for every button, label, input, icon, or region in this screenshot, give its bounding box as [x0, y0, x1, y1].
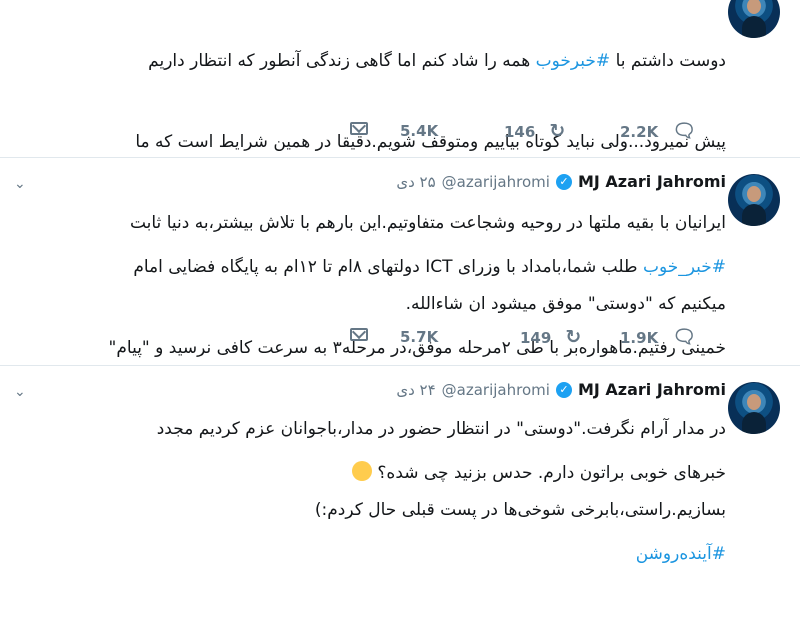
tweet-author-name[interactable]: MJ Azari Jahromi — [578, 380, 726, 399]
avatar[interactable] — [728, 382, 780, 434]
retweet-action[interactable]: 146 ↻ — [504, 122, 565, 141]
tweet-2[interactable]: ⌄ ۲۵ دی @azarijahromi ✓ MJ Azari Jahromi… — [0, 158, 800, 520]
reply-icon[interactable]: 🗨 — [672, 122, 696, 141]
chevron-down-icon[interactable]: ⌄ — [14, 384, 26, 400]
reply-count: 1.9K — [620, 328, 659, 347]
tweet-3[interactable]: ⌄ ۲۴ دی @azarijahromi ✓ MJ Azari Jahromi… — [0, 366, 800, 564]
direct-message-icon[interactable] — [350, 328, 368, 341]
retweet-count: 149 — [520, 328, 552, 347]
tweet-handle[interactable]: @azarijahromi — [442, 173, 550, 191]
tweet-author-name[interactable]: MJ Azari Jahromi — [578, 172, 726, 191]
like-action[interactable] — [350, 122, 368, 135]
chevron-down-icon[interactable]: ⌄ — [14, 176, 26, 192]
hashtag-link[interactable]: #آینده‌روشن — [126, 541, 726, 568]
avatar[interactable] — [728, 174, 780, 226]
verified-badge-icon: ✓ — [555, 381, 572, 398]
hashtag-link[interactable]: #خبرخوب — [536, 51, 611, 71]
like-count-action[interactable]: 5.4K — [400, 122, 438, 140]
like-count: 5.7K — [400, 328, 439, 346]
tweet-handle[interactable]: @azarijahromi — [442, 381, 550, 399]
direct-message-icon[interactable] — [350, 122, 368, 135]
reply-icon[interactable]: 🗨 — [672, 328, 696, 347]
tweet-2-header: ۲۵ دی @azarijahromi ✓ MJ Azari Jahromi — [396, 172, 726, 191]
like-count: 5.4K — [400, 122, 439, 140]
direct-message-action[interactable] — [350, 328, 368, 341]
reply-action[interactable]: 2.2K 🗨 — [620, 122, 696, 141]
tweet-3-line-1-text: خبرهای خوبی براتون دارم. حدس بزنید چی شد… — [377, 463, 726, 483]
tweet-date[interactable]: ۲۵ دی — [396, 173, 435, 191]
avatar[interactable] — [728, 0, 780, 38]
tweet-1-line-1: دوست داشتم با #خبرخوب همه را شاد کنم اما… — [148, 51, 726, 71]
reply-action[interactable]: 1.9K 🗨 — [620, 328, 696, 347]
tweet-3-line-1: خبرهای خوبی براتون دارم. حدس بزنید چی شد… — [126, 460, 726, 487]
winking-face-emoji-icon — [351, 461, 372, 481]
verified-badge-icon: ✓ — [555, 173, 572, 190]
tweet-date[interactable]: ۲۴ دی — [396, 381, 435, 399]
retweet-action[interactable]: 149 ↻ — [520, 328, 581, 347]
like-count-action[interactable]: 5.7K — [400, 328, 438, 346]
tweet-3-text: خبرهای خوبی براتون دارم. حدس بزنید چی شد… — [126, 406, 726, 622]
tweet-1[interactable]: دوست داشتم با #خبرخوب همه را شاد کنم اما… — [0, 0, 800, 314]
tweet-3-header: ۲۴ دی @azarijahromi ✓ MJ Azari Jahromi — [396, 380, 726, 399]
reply-count: 2.2K — [620, 122, 659, 141]
tweet-2-line-1: #خبر_خوب طلب شما،بامداد با وزرای ICT دول… — [133, 257, 726, 277]
retweet-icon[interactable]: ↻ — [549, 122, 565, 141]
hashtag-link[interactable]: #خبر_خوب — [643, 257, 726, 277]
retweet-icon[interactable]: ↻ — [565, 328, 581, 347]
retweet-count: 146 — [504, 122, 536, 141]
